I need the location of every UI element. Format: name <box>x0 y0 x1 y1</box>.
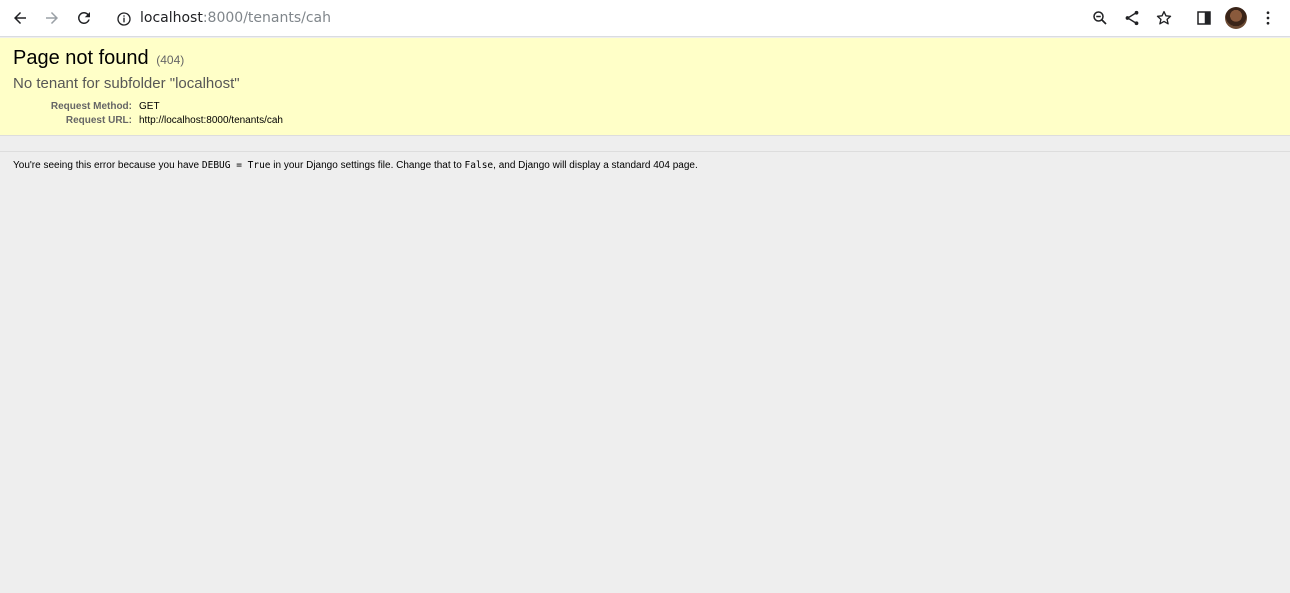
share-icon <box>1123 9 1141 27</box>
avatar[interactable] <box>1225 7 1247 29</box>
browser-toolbar: localhost:8000/tenants/cah <box>0 0 1290 37</box>
side-panel-button[interactable] <box>1191 6 1217 30</box>
request-method-label: Request Method: <box>50 101 132 112</box>
back-button[interactable] <box>7 6 33 30</box>
explanation-part-2: in your Django settings file. Change tha… <box>270 160 465 171</box>
zoom-button[interactable] <box>1087 6 1113 30</box>
url-path: :8000/tenants/cah <box>202 10 331 26</box>
kebab-menu-icon <box>1259 9 1277 27</box>
error-message: No tenant for subfolder "localhost" <box>13 75 240 92</box>
address-bar[interactable]: localhost:8000/tenants/cah <box>106 5 1186 32</box>
request-method-row: Request Method: GET <box>0 100 283 114</box>
star-icon <box>1155 9 1173 27</box>
request-url-row: Request URL: http://localhost:8000/tenan… <box>0 114 283 128</box>
forward-button[interactable] <box>39 6 65 30</box>
url-host: localhost <box>140 10 203 26</box>
info-icon[interactable] <box>116 11 132 27</box>
false-code: False <box>464 160 494 171</box>
bookmark-button[interactable] <box>1151 6 1177 30</box>
page-title-text: Page not found <box>13 47 149 69</box>
debug-setting-code: DEBUG = True <box>201 160 271 171</box>
reload-icon <box>75 9 93 27</box>
page-title: Page not found (404) <box>13 46 184 72</box>
explanation-part-3: , and Django will display a standard 404… <box>493 160 698 171</box>
zoom-out-icon <box>1091 9 1109 27</box>
side-panel-icon <box>1195 9 1213 27</box>
request-info-table: Request Method: GET Request URL: http://… <box>0 100 283 128</box>
request-method-value: GET <box>139 101 160 112</box>
menu-button[interactable] <box>1255 6 1281 30</box>
explanation-section: You're seeing this error because you hav… <box>0 151 1290 593</box>
explanation-text: You're seeing this error because you hav… <box>13 160 698 172</box>
request-url-value: http://localhost:8000/tenants/cah <box>139 115 283 126</box>
arrow-left-icon <box>11 9 29 27</box>
url-text[interactable]: localhost:8000/tenants/cah <box>140 9 331 27</box>
share-button[interactable] <box>1119 6 1145 30</box>
reload-button[interactable] <box>71 6 97 30</box>
status-code: (404) <box>156 53 185 67</box>
explanation-part-1: You're seeing this error because you hav… <box>13 160 202 171</box>
error-summary: Page not found (404) No tenant for subfo… <box>0 38 1290 136</box>
request-url-label: Request URL: <box>65 115 132 126</box>
arrow-right-icon <box>43 9 61 27</box>
